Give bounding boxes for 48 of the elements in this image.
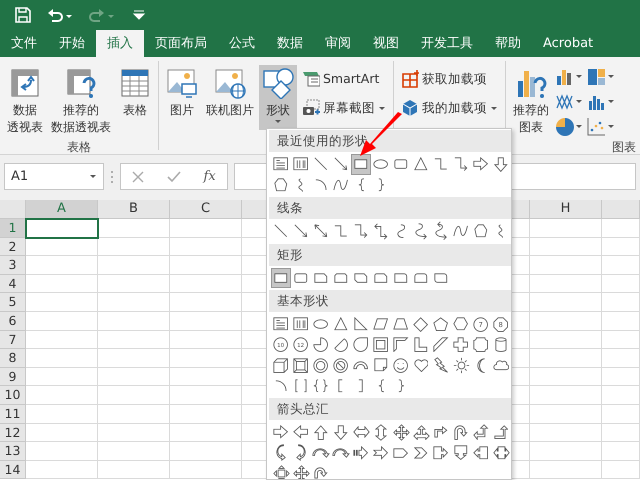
ribbon-tab[interactable]: 公式 bbox=[218, 30, 266, 57]
ribbon-tab[interactable]: Acrobat bbox=[532, 30, 604, 57]
row-header[interactable]: 5 bbox=[0, 293, 26, 312]
row-header[interactable]: 10 bbox=[0, 386, 26, 405]
ribbon-tab[interactable]: 帮助 bbox=[484, 30, 532, 57]
column-header[interactable]: H bbox=[530, 200, 602, 219]
ribbon-tab[interactable]: 视图 bbox=[362, 30, 410, 57]
ribbon-tab[interactable]: 数据 bbox=[266, 30, 314, 57]
row-header[interactable]: 3 bbox=[0, 256, 26, 275]
ribbon-tab[interactable]: 页面布局 bbox=[144, 30, 218, 57]
row-header[interactable]: 6 bbox=[0, 312, 26, 331]
screenshot-button[interactable]: 屏幕截图 bbox=[299, 98, 389, 118]
ribbon-tab[interactable]: 开发工具 bbox=[410, 30, 484, 57]
addins-store-button[interactable]: 获取加载项 bbox=[398, 69, 501, 90]
column-header[interactable]: C bbox=[170, 200, 242, 219]
section-heading: 矩形 bbox=[269, 244, 511, 266]
column-header[interactable]: B bbox=[98, 200, 170, 219]
section-heading: 基本形状 bbox=[269, 290, 511, 312]
row-header[interactable]: 11 bbox=[0, 404, 26, 424]
row-header[interactable]: 4 bbox=[0, 274, 26, 294]
row-header[interactable]: 12 bbox=[0, 424, 26, 442]
table-button[interactable]: 表格 bbox=[116, 65, 154, 138]
online-picture-button[interactable]: 联机图片 bbox=[203, 65, 257, 130]
group-label: 表格 bbox=[66, 139, 92, 156]
section-heading: 箭头总汇 bbox=[269, 398, 511, 420]
cube-button[interactable]: 我的加载项 bbox=[398, 98, 501, 118]
ribbon-tab[interactable]: 文件 bbox=[0, 30, 48, 57]
row-header[interactable]: 13 bbox=[0, 442, 26, 461]
column-header[interactable]: A bbox=[26, 200, 98, 219]
recommended-chart-button[interactable]: 推荐的 图表 bbox=[510, 65, 552, 138]
ribbon-tab[interactable]: 开始 bbox=[48, 30, 96, 57]
smartart-button[interactable]: SmartArt bbox=[299, 69, 389, 90]
ribbon-tab[interactable]: 审阅 bbox=[314, 30, 362, 57]
row-header[interactable]: 8 bbox=[0, 349, 26, 368]
row-header[interactable]: 2 bbox=[0, 238, 26, 256]
row-header[interactable]: 7 bbox=[0, 330, 26, 350]
picture-button[interactable]: 图片 bbox=[163, 65, 201, 130]
group-label: 图表 bbox=[611, 139, 636, 156]
recommended-pivot-table-button[interactable]: 推荐的 数据透视表 bbox=[48, 65, 114, 138]
pivot-table-button[interactable]: 数据 透视表 bbox=[4, 65, 46, 138]
insert-function-button[interactable]: fx bbox=[204, 166, 216, 186]
ribbon-tab[interactable]: 插入 bbox=[96, 30, 144, 57]
row-header[interactable]: 9 bbox=[0, 368, 26, 386]
shapes-button[interactable]: 形状 bbox=[259, 65, 297, 130]
name-box[interactable]: A1 bbox=[4, 163, 104, 190]
section-heading: 线条 bbox=[269, 197, 511, 219]
row-header[interactable]: 14 bbox=[0, 460, 26, 480]
row-header[interactable]: 1 bbox=[0, 219, 26, 238]
